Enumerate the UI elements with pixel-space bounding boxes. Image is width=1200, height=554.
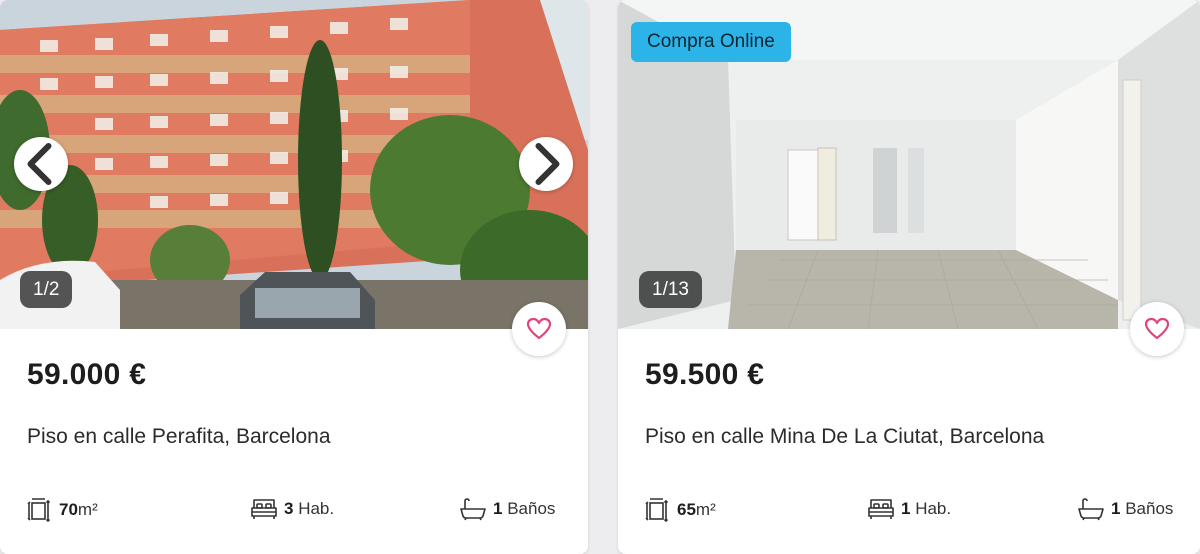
- bathtub-icon: [1078, 498, 1104, 521]
- area-value: 70: [59, 500, 78, 519]
- listing-photo[interactable]: Compra Online 1/13: [618, 0, 1200, 329]
- building-photo-image: [0, 0, 588, 329]
- chevron-right-icon: [535, 143, 560, 185]
- area-unit: m²: [77, 500, 98, 519]
- area-feature: 65m²: [645, 497, 716, 523]
- heart-icon: [526, 317, 552, 340]
- area-value: 65: [677, 500, 696, 519]
- area-unit: m²: [695, 500, 716, 519]
- baths-unit: Baños: [507, 499, 556, 518]
- favorite-button[interactable]: [512, 302, 566, 356]
- heart-icon: [1144, 317, 1170, 340]
- listing-card[interactable]: Compra Online 1/13 59.500 € Piso en call…: [618, 0, 1200, 554]
- rooms-value: 3: [284, 499, 294, 518]
- listing-price: 59.000 €: [27, 358, 147, 391]
- listing-price: 59.500 €: [645, 358, 765, 391]
- baths-feature: 1 Baños: [1077, 497, 1173, 521]
- baths-value: 1: [1111, 499, 1121, 518]
- baths-unit: Baños: [1125, 499, 1174, 518]
- area-feature: 70m²: [27, 497, 98, 523]
- area-icon: [645, 498, 669, 523]
- rooms-feature: 3 Hab.: [250, 497, 334, 521]
- bed-icon: [251, 499, 277, 519]
- photo-counter: 1/13: [639, 271, 702, 308]
- listing-card[interactable]: 1/2 59.000 € Piso en calle Perafita, Bar…: [0, 0, 588, 554]
- chevron-left-icon: [27, 143, 52, 185]
- bathtub-icon: [460, 498, 486, 521]
- rooms-feature: 1 Hab.: [867, 497, 951, 521]
- next-photo-button[interactable]: [519, 137, 573, 191]
- listing-title[interactable]: Piso en calle Mina De La Ciutat, Barcelo…: [645, 425, 1044, 449]
- rooms-unit: Hab.: [298, 499, 335, 518]
- favorite-button[interactable]: [1130, 302, 1184, 356]
- listing-photo[interactable]: 1/2: [0, 0, 588, 329]
- baths-value: 1: [493, 499, 503, 518]
- bed-icon: [868, 499, 894, 519]
- rooms-value: 1: [901, 499, 911, 518]
- area-icon: [27, 498, 51, 523]
- baths-feature: 1 Baños: [459, 497, 555, 521]
- photo-counter: 1/2: [20, 271, 73, 308]
- previous-photo-button[interactable]: [14, 137, 68, 191]
- rooms-unit: Hab.: [915, 499, 952, 518]
- listing-title[interactable]: Piso en calle Perafita, Barcelona: [27, 425, 331, 449]
- compra-online-badge: Compra Online: [631, 22, 791, 62]
